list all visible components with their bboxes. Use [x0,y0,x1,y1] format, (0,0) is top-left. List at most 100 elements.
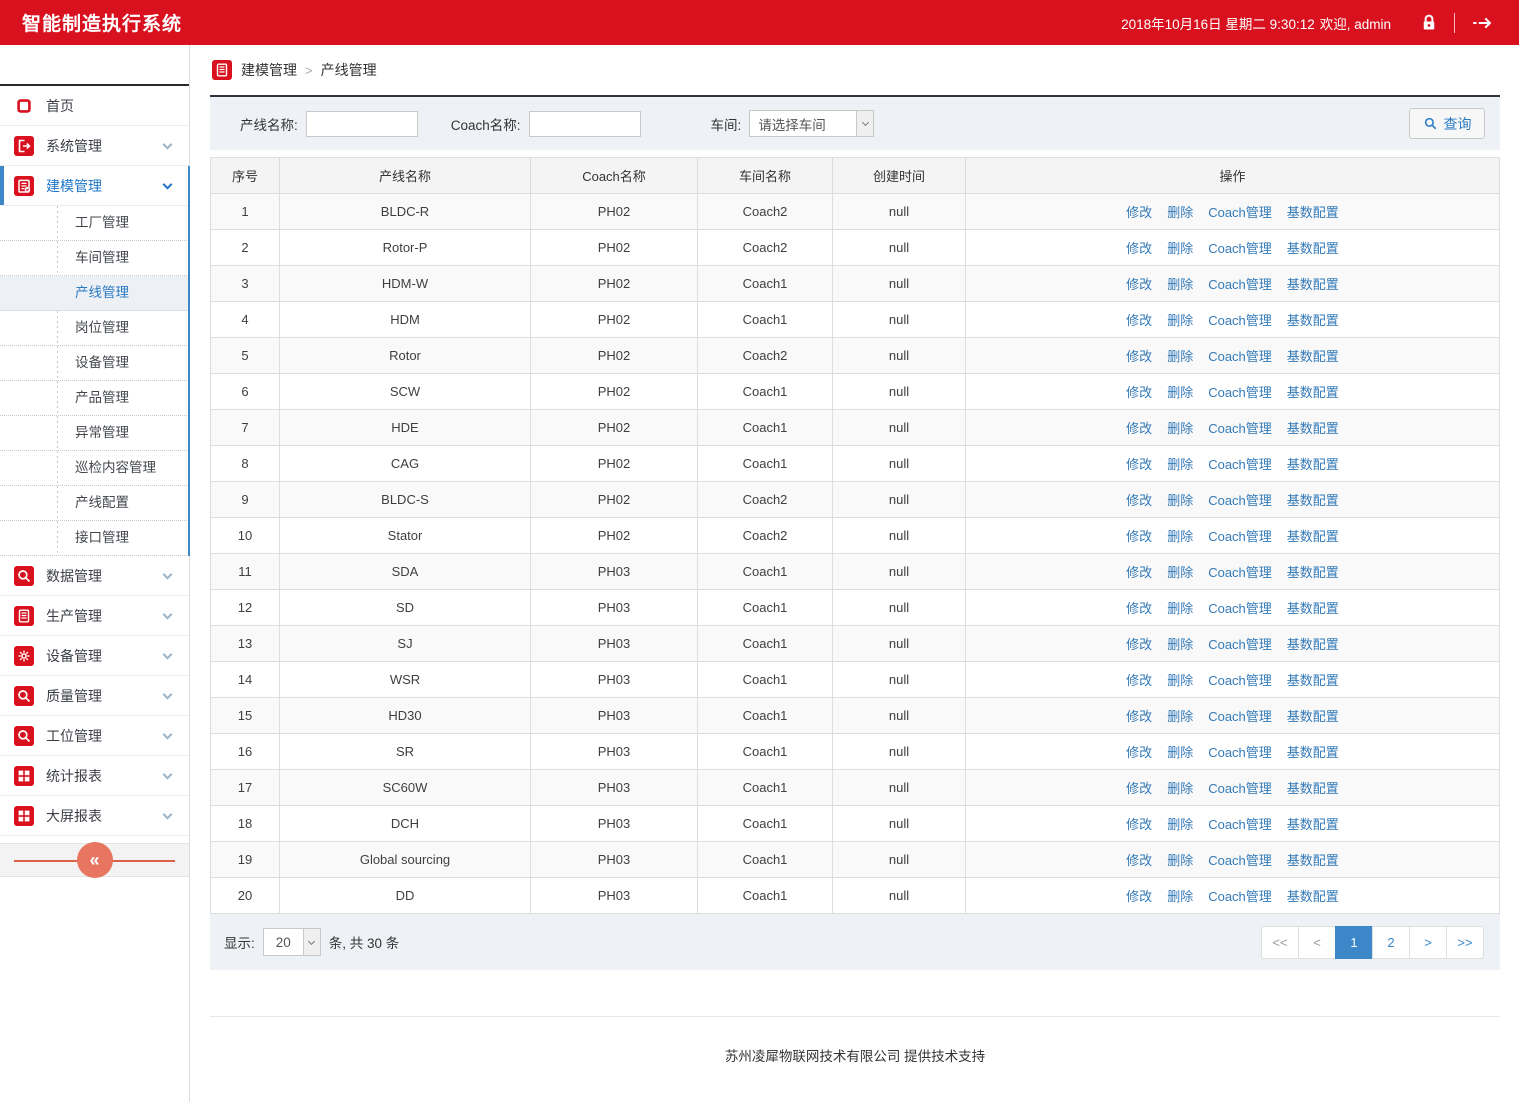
action-coach-manage-link[interactable]: Coach管理 [1208,562,1272,581]
action-delete-link[interactable]: 删除 [1167,814,1193,833]
action-coach-manage-link[interactable]: Coach管理 [1208,490,1272,509]
sidebar-item-data[interactable]: 数据管理 [0,556,189,596]
action-delete-link[interactable]: 删除 [1167,706,1193,725]
page-prev-button[interactable]: < [1298,926,1336,959]
action-modify-link[interactable]: 修改 [1126,310,1152,329]
sidebar-item-home[interactable]: 首页 [0,86,189,126]
collapse-sidebar-button[interactable]: « [77,842,113,878]
action-base-config-link[interactable]: 基数配置 [1287,454,1339,473]
page-1-button[interactable]: 1 [1335,926,1373,959]
action-modify-link[interactable]: 修改 [1126,598,1152,617]
action-modify-link[interactable]: 修改 [1126,202,1152,221]
action-delete-link[interactable]: 删除 [1167,238,1193,257]
action-delete-link[interactable]: 删除 [1167,454,1193,473]
action-coach-manage-link[interactable]: Coach管理 [1208,778,1272,797]
action-coach-manage-link[interactable]: Coach管理 [1208,382,1272,401]
submenu-item-interface[interactable]: 接口管理 [0,521,189,556]
action-coach-manage-link[interactable]: Coach管理 [1208,418,1272,437]
submenu-item-post[interactable]: 岗位管理 [0,311,189,346]
action-delete-link[interactable]: 删除 [1167,598,1193,617]
submenu-item-line-config[interactable]: 产线配置 [0,486,189,521]
action-delete-link[interactable]: 删除 [1167,490,1193,509]
action-base-config-link[interactable]: 基数配置 [1287,238,1339,257]
action-coach-manage-link[interactable]: Coach管理 [1208,742,1272,761]
action-delete-link[interactable]: 删除 [1167,202,1193,221]
action-coach-manage-link[interactable]: Coach管理 [1208,598,1272,617]
action-coach-manage-link[interactable]: Coach管理 [1208,202,1272,221]
action-base-config-link[interactable]: 基数配置 [1287,742,1339,761]
action-coach-manage-link[interactable]: Coach管理 [1208,346,1272,365]
action-modify-link[interactable]: 修改 [1126,850,1152,869]
action-coach-manage-link[interactable]: Coach管理 [1208,814,1272,833]
action-delete-link[interactable]: 删除 [1167,310,1193,329]
action-delete-link[interactable]: 删除 [1167,634,1193,653]
action-coach-manage-link[interactable]: Coach管理 [1208,238,1272,257]
action-coach-manage-link[interactable]: Coach管理 [1208,310,1272,329]
page-next-button[interactable]: > [1409,926,1447,959]
action-base-config-link[interactable]: 基数配置 [1287,490,1339,509]
action-delete-link[interactable]: 删除 [1167,778,1193,797]
action-delete-link[interactable]: 删除 [1167,850,1193,869]
action-delete-link[interactable]: 删除 [1167,526,1193,545]
action-delete-link[interactable]: 删除 [1167,742,1193,761]
action-base-config-link[interactable]: 基数配置 [1287,778,1339,797]
sidebar-item-quality[interactable]: 质量管理 [0,676,189,716]
page-first-button[interactable]: << [1261,926,1299,959]
action-delete-link[interactable]: 删除 [1167,382,1193,401]
sidebar-item-production[interactable]: 生产管理 [0,596,189,636]
action-base-config-link[interactable]: 基数配置 [1287,202,1339,221]
action-modify-link[interactable]: 修改 [1126,526,1152,545]
submenu-item-inspection[interactable]: 巡检内容管理 [0,451,189,486]
action-delete-link[interactable]: 删除 [1167,274,1193,293]
action-base-config-link[interactable]: 基数配置 [1287,886,1339,905]
sidebar-item-screen-report[interactable]: 大屏报表 [0,796,189,836]
sidebar-item-station[interactable]: 工位管理 [0,716,189,756]
action-modify-link[interactable]: 修改 [1126,562,1152,581]
workshop-select[interactable]: 请选择车间 [749,110,874,137]
action-modify-link[interactable]: 修改 [1126,274,1152,293]
action-coach-manage-link[interactable]: Coach管理 [1208,670,1272,689]
action-coach-manage-link[interactable]: Coach管理 [1208,706,1272,725]
sidebar-item-modeling[interactable]: 建模管理 [0,166,189,206]
action-coach-manage-link[interactable]: Coach管理 [1208,454,1272,473]
action-coach-manage-link[interactable]: Coach管理 [1208,850,1272,869]
action-base-config-link[interactable]: 基数配置 [1287,598,1339,617]
action-base-config-link[interactable]: 基数配置 [1287,850,1339,869]
action-coach-manage-link[interactable]: Coach管理 [1208,274,1272,293]
action-base-config-link[interactable]: 基数配置 [1287,814,1339,833]
action-modify-link[interactable]: 修改 [1126,346,1152,365]
line-name-input[interactable] [306,111,418,137]
action-base-config-link[interactable]: 基数配置 [1287,382,1339,401]
action-modify-link[interactable]: 修改 [1126,742,1152,761]
action-base-config-link[interactable]: 基数配置 [1287,634,1339,653]
action-coach-manage-link[interactable]: Coach管理 [1208,886,1272,905]
search-button[interactable]: 查询 [1409,108,1485,139]
submenu-item-equipment[interactable]: 设备管理 [0,346,189,381]
lock-icon[interactable] [1416,10,1442,36]
action-delete-link[interactable]: 删除 [1167,346,1193,365]
submenu-item-factory[interactable]: 工厂管理 [0,206,189,241]
submenu-item-product[interactable]: 产品管理 [0,381,189,416]
submenu-item-workshop[interactable]: 车间管理 [0,241,189,276]
action-base-config-link[interactable]: 基数配置 [1287,310,1339,329]
action-modify-link[interactable]: 修改 [1126,382,1152,401]
action-base-config-link[interactable]: 基数配置 [1287,562,1339,581]
action-modify-link[interactable]: 修改 [1126,454,1152,473]
logout-arrow-icon[interactable] [1469,10,1495,36]
action-modify-link[interactable]: 修改 [1126,490,1152,509]
sidebar-item-equipment[interactable]: 设备管理 [0,636,189,676]
action-base-config-link[interactable]: 基数配置 [1287,706,1339,725]
page-size-select[interactable]: 20 [263,928,321,956]
action-modify-link[interactable]: 修改 [1126,778,1152,797]
page-2-button[interactable]: 2 [1372,926,1410,959]
action-delete-link[interactable]: 删除 [1167,562,1193,581]
action-base-config-link[interactable]: 基数配置 [1287,274,1339,293]
action-base-config-link[interactable]: 基数配置 [1287,670,1339,689]
sidebar-item-stats-report[interactable]: 统计报表 [0,756,189,796]
coach-name-input[interactable] [529,111,641,137]
action-modify-link[interactable]: 修改 [1126,814,1152,833]
action-delete-link[interactable]: 删除 [1167,670,1193,689]
action-modify-link[interactable]: 修改 [1126,886,1152,905]
action-delete-link[interactable]: 删除 [1167,886,1193,905]
submenu-item-production-line[interactable]: 产线管理 [0,276,189,311]
